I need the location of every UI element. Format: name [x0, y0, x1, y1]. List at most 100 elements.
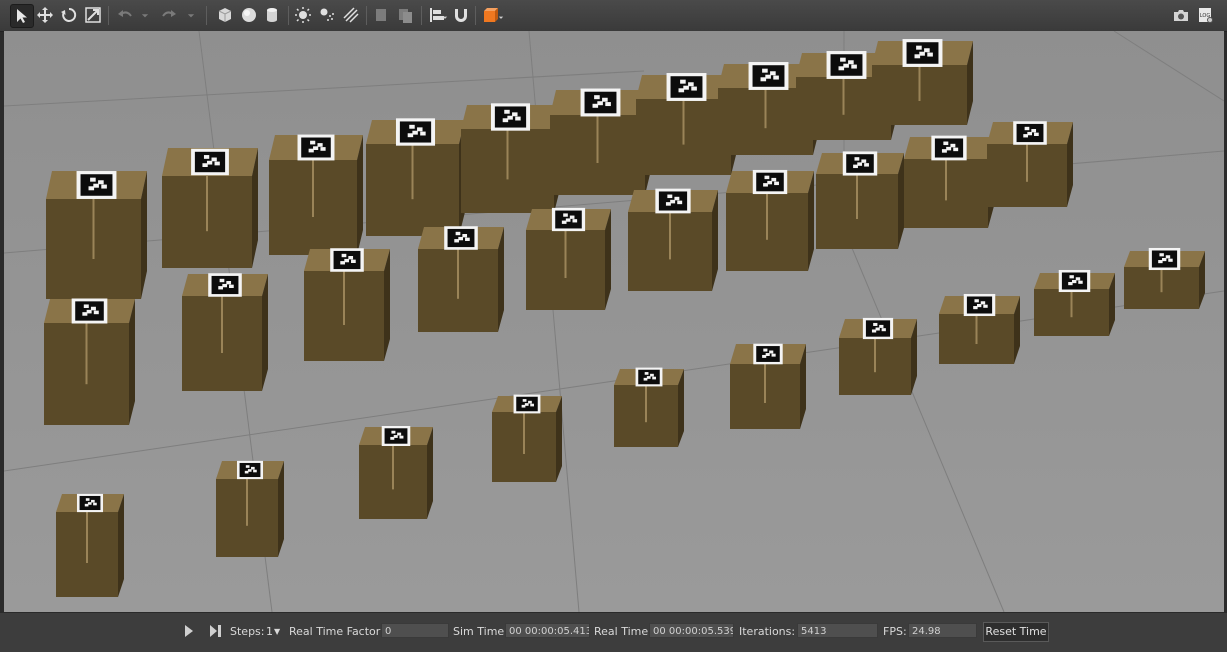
- box-model[interactable]: [216, 460, 284, 557]
- rotate-tool-button[interactable]: [58, 4, 80, 26]
- aruco-marker-cell: [767, 180, 773, 185]
- copy-button[interactable]: [370, 4, 392, 26]
- aruco-marker-cell: [572, 219, 578, 223]
- scale-icon: [85, 7, 101, 23]
- box-model[interactable]: [418, 226, 504, 332]
- cursor-arrow-icon: [17, 9, 27, 23]
- aruco-marker-cell: [569, 215, 575, 219]
- redo-history-dropdown[interactable]: [184, 4, 198, 26]
- aruco-marker-cell: [980, 301, 986, 305]
- box-model[interactable]: [628, 188, 718, 291]
- steps-label: Steps:: [230, 625, 265, 638]
- steps-value[interactable]: 1: [266, 625, 273, 638]
- sphere-shape-button[interactable]: [238, 4, 260, 26]
- box-model[interactable]: [550, 88, 651, 195]
- box-model[interactable]: [44, 298, 135, 425]
- aruco-marker-cell: [763, 348, 768, 352]
- box-model[interactable]: [987, 121, 1073, 207]
- redo-icon: [162, 10, 176, 17]
- aruco-marker-cell: [857, 162, 863, 166]
- iterations-label: Iterations:: [739, 625, 796, 638]
- log-button[interactable]: LOG: [1194, 4, 1216, 26]
- aruco-marker-cell: [409, 124, 415, 129]
- aruco-marker-cell: [528, 400, 532, 404]
- aruco-marker-cell: [310, 140, 316, 145]
- box-model[interactable]: [614, 367, 684, 447]
- box-model[interactable]: [359, 426, 433, 519]
- box-model[interactable]: [904, 135, 994, 228]
- box-model[interactable]: [839, 317, 917, 395]
- aruco-marker-cell: [93, 310, 99, 315]
- box-shape-button[interactable]: [214, 4, 236, 26]
- box-shape-icon: [218, 8, 232, 22]
- scene-viewport[interactable]: [4, 31, 1224, 612]
- aruco-marker-cell: [881, 328, 886, 332]
- box-model[interactable]: [56, 493, 124, 597]
- box-model[interactable]: [1124, 247, 1205, 309]
- box-model[interactable]: [366, 118, 465, 236]
- aruco-marker-cell: [462, 234, 468, 238]
- sim-time-field: 00 00:00:05.413: [505, 623, 590, 638]
- directional-light-button[interactable]: [340, 4, 362, 26]
- sphere-shape-icon: [242, 8, 256, 22]
- aruco-marker-cell: [1075, 277, 1081, 281]
- box-model[interactable]: [269, 134, 363, 255]
- box-model[interactable]: [492, 394, 562, 482]
- box-model[interactable]: [939, 293, 1020, 364]
- spot-light-button[interactable]: [316, 4, 338, 26]
- box-model[interactable]: [46, 171, 147, 299]
- aruco-marker-cell: [206, 160, 213, 165]
- directional-light-icon: [343, 7, 359, 23]
- chevron-down-icon: [442, 16, 448, 19]
- box-model[interactable]: [182, 273, 268, 391]
- undo-history-dropdown[interactable]: [138, 4, 152, 26]
- point-light-button[interactable]: [292, 4, 314, 26]
- align-dropdown[interactable]: [440, 4, 450, 26]
- snap-button[interactable]: [450, 4, 472, 26]
- aruco-marker-cell: [247, 469, 252, 472]
- aruco-marker-cell: [605, 102, 611, 107]
- aruco-marker-cell: [1023, 134, 1028, 138]
- box-model[interactable]: [872, 39, 973, 125]
- aruco-marker-cell: [688, 82, 694, 87]
- paste-button[interactable]: [394, 4, 416, 26]
- aruco-marker-cell: [507, 115, 513, 120]
- aruco-marker-cell: [677, 200, 683, 205]
- screenshot-button[interactable]: [1170, 4, 1192, 26]
- box-model[interactable]: [816, 151, 904, 249]
- translate-tool-button[interactable]: [34, 4, 56, 26]
- aruco-marker-cell: [644, 372, 649, 375]
- aruco-marker-cell: [1161, 257, 1167, 262]
- aruco-marker-cell: [875, 327, 880, 331]
- aruco-marker-cell: [770, 71, 776, 76]
- aruco-marker-cell: [515, 116, 521, 121]
- aruco-marker-cell: [93, 183, 99, 188]
- aruco-marker-cell: [561, 220, 567, 224]
- scale-tool-button[interactable]: [82, 4, 104, 26]
- select-tool-button[interactable]: [10, 4, 34, 28]
- aruco-marker-cell: [1071, 279, 1077, 284]
- box-model[interactable]: [461, 103, 560, 213]
- box-model[interactable]: [304, 248, 390, 361]
- aruco-marker-cell: [1158, 260, 1163, 264]
- toolbar-separator: [206, 6, 207, 25]
- box-model[interactable]: [1034, 269, 1115, 336]
- box-model[interactable]: [162, 148, 258, 268]
- step-button[interactable]: [209, 624, 223, 641]
- aruco-marker-cell: [82, 312, 88, 316]
- reset-time-button[interactable]: Reset Time: [983, 622, 1049, 642]
- cylinder-shape-button[interactable]: [261, 4, 283, 26]
- undo-button[interactable]: [114, 4, 136, 26]
- play-button[interactable]: [184, 624, 194, 641]
- aruco-marker-cell: [524, 403, 529, 406]
- aruco-marker-cell: [229, 284, 234, 288]
- box-model[interactable]: [730, 343, 806, 429]
- change-view-dropdown[interactable]: [496, 4, 506, 26]
- box-model[interactable]: [526, 207, 611, 310]
- spot-light-icon: [320, 8, 334, 21]
- redo-button[interactable]: [158, 4, 180, 26]
- chevron-down-icon[interactable]: ▼: [274, 627, 280, 636]
- aruco-marker-cell: [101, 184, 107, 189]
- box-model[interactable]: [726, 169, 814, 271]
- box-side-face: [118, 494, 124, 597]
